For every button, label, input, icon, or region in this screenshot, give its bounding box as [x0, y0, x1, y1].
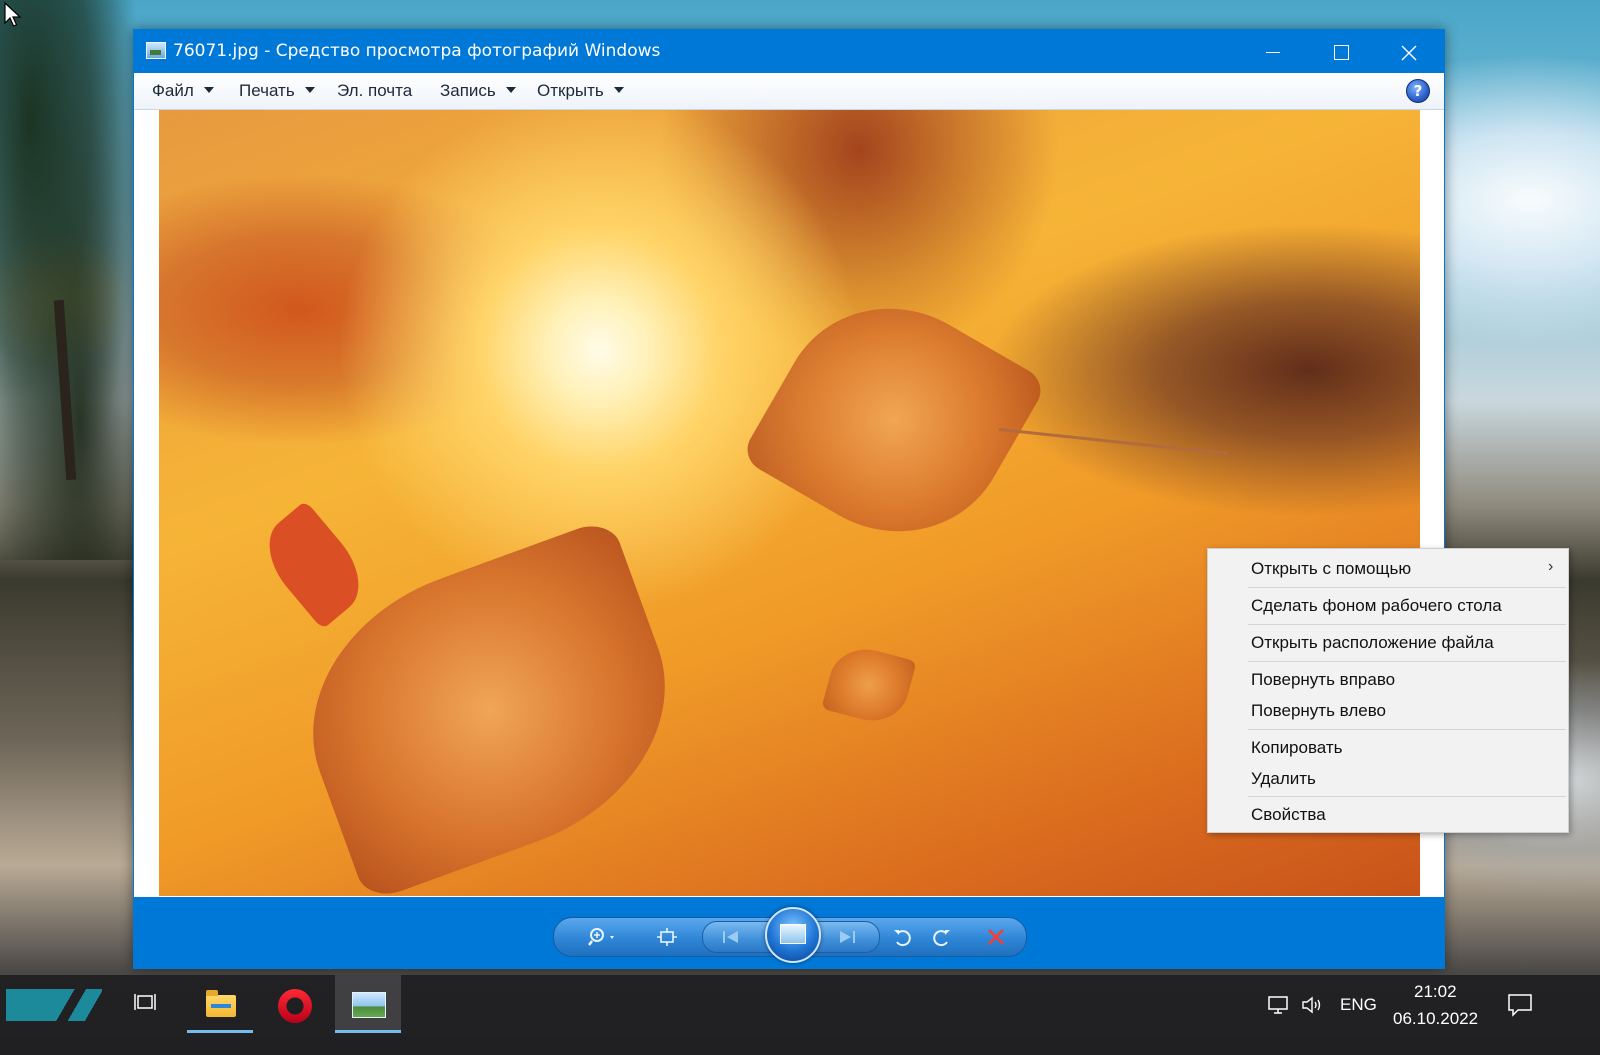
clock-time[interactable]: 21:02 — [1414, 982, 1457, 1002]
title-bar[interactable]: 76071.jpg - Средство просмотра фотографи… — [133, 29, 1445, 73]
maple-leaf-medium — [739, 267, 1049, 573]
ctx-rotate-right[interactable]: Повернуть вправо — [1251, 670, 1395, 690]
menu-open-label: Открыть — [537, 81, 604, 100]
minimize-button[interactable] — [1239, 29, 1307, 73]
ctx-properties[interactable]: Свойства — [1251, 805, 1326, 825]
close-button[interactable] — [1375, 29, 1443, 73]
playback-control-bar — [133, 897, 1445, 969]
delete-button[interactable] — [985, 927, 1007, 947]
menu-email[interactable]: Эл. почта — [337, 81, 412, 101]
menu-email-label: Эл. почта — [337, 81, 413, 100]
taskbar-file-explorer[interactable] — [187, 975, 253, 1033]
start-button[interactable] — [6, 989, 102, 1021]
ctx-rotate-left[interactable]: Повернуть влево — [1251, 701, 1386, 721]
next-icon — [840, 931, 855, 943]
photo-viewer-icon — [352, 992, 386, 1018]
photo-viewer-app-icon — [146, 42, 166, 59]
menu-bar: Файл Печать Эл. почта Запись Открыть ? — [134, 73, 1444, 110]
zoom-button[interactable] — [588, 927, 614, 947]
minimize-icon — [1266, 52, 1280, 53]
menu-open[interactable]: Открыть — [537, 81, 624, 101]
menu-file[interactable]: Файл — [152, 81, 214, 101]
notification-center-icon[interactable] — [1507, 993, 1533, 1017]
rotate-ccw-icon — [894, 930, 911, 947]
maximize-icon — [1333, 45, 1349, 60]
rotate-right-button[interactable] — [930, 927, 952, 947]
delete-icon — [988, 929, 1004, 945]
next-button[interactable] — [836, 927, 858, 947]
help-icon[interactable]: ? — [1406, 79, 1430, 103]
chevron-down-icon — [613, 86, 624, 93]
menu-separator — [1248, 661, 1566, 662]
ctx-delete[interactable]: Удалить — [1251, 769, 1316, 789]
ctx-open-with[interactable]: Открыть с помощью — [1251, 559, 1411, 579]
fit-window-icon — [657, 928, 677, 946]
taskbar: ENG 21:02 06.10.2022 — [0, 975, 1600, 1055]
close-icon — [1401, 45, 1417, 60]
input-language-indicator[interactable]: ENG — [1340, 995, 1377, 1015]
ctx-copy[interactable]: Копировать — [1251, 738, 1343, 758]
ctx-open-file-location[interactable]: Открыть расположение файла — [1251, 633, 1494, 653]
ctx-set-desktop-background[interactable]: Сделать фоном рабочего стола — [1251, 596, 1502, 616]
task-view-icon — [134, 994, 156, 1010]
maple-leaf-small — [821, 640, 917, 730]
menu-print[interactable]: Печать — [239, 81, 315, 101]
folder-icon — [206, 990, 236, 1017]
rotate-left-button[interactable] — [892, 927, 914, 947]
network-icon[interactable] — [1266, 995, 1290, 1015]
magnifier-icon — [588, 928, 614, 946]
window-title: 76071.jpg - Средство просмотра фотографи… — [173, 41, 661, 61]
menu-burn[interactable]: Запись — [440, 81, 516, 101]
context-menu: Открыть с помощью › Сделать фоном рабоче… — [1207, 548, 1569, 833]
slideshow-button[interactable] — [765, 907, 821, 963]
maximize-button[interactable] — [1307, 29, 1375, 73]
active-indicator — [187, 1030, 253, 1033]
menu-separator — [1248, 796, 1566, 797]
leaf-stem — [998, 428, 1228, 456]
chevron-down-icon — [203, 86, 214, 93]
red-leaf — [251, 500, 377, 630]
previous-button[interactable] — [720, 927, 742, 947]
taskbar-opera[interactable] — [260, 975, 326, 1033]
chevron-down-icon — [304, 86, 315, 93]
actual-size-button[interactable] — [656, 927, 678, 947]
taskbar-photo-viewer[interactable] — [335, 975, 401, 1033]
menu-burn-label: Запись — [440, 81, 496, 100]
menu-file-label: Файл — [152, 81, 194, 100]
menu-print-label: Печать — [239, 81, 295, 100]
previous-icon — [723, 931, 738, 943]
clock-date[interactable]: 06.10.2022 — [1393, 1009, 1478, 1029]
mouse-cursor-icon — [4, 2, 22, 27]
menu-separator — [1248, 729, 1566, 730]
menu-separator — [1248, 587, 1566, 588]
opera-icon — [278, 989, 312, 1023]
rotate-cw-icon — [933, 930, 950, 947]
chevron-down-icon — [505, 86, 516, 93]
task-view-button[interactable] — [112, 975, 178, 1033]
chevron-right-icon: › — [1548, 558, 1554, 575]
menu-separator — [1248, 624, 1566, 625]
volume-icon[interactable] — [1301, 995, 1325, 1015]
active-indicator — [335, 1030, 401, 1033]
